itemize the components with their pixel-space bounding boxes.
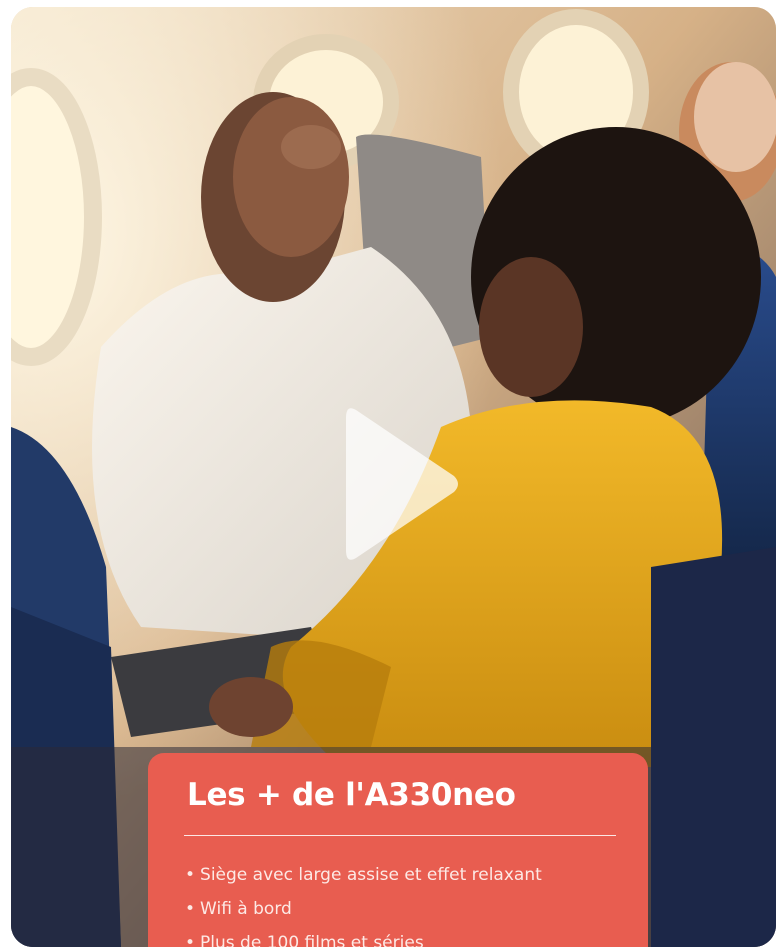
divider: [184, 835, 616, 836]
features-list: Siège avec large assise et effet relaxan…: [185, 858, 542, 947]
cabin-window-left: [11, 68, 102, 366]
feature-item: Siège avec large assise et effet relaxan…: [185, 858, 542, 892]
feature-item: Plus de 100 films et séries: [185, 926, 542, 947]
play-icon: [346, 408, 458, 560]
features-title: Les + de l'A330neo: [187, 777, 516, 813]
feature-item: Wifi à bord: [185, 892, 542, 926]
features-panel: Les + de l'A330neo Siège avec large assi…: [148, 753, 648, 947]
play-button[interactable]: [342, 404, 462, 564]
